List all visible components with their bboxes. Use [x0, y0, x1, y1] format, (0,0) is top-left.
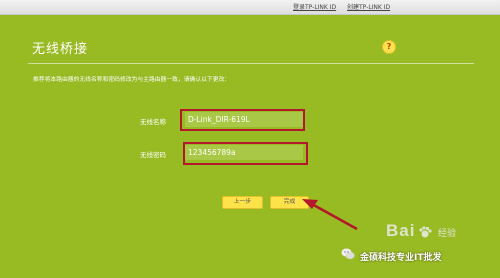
- wechat-account-name: 金硕科技专业IT批发: [360, 253, 442, 263]
- baidu-watermark: Bai: [386, 221, 416, 240]
- paw-icon: [419, 226, 432, 238]
- jingyan-watermark: 经验: [438, 229, 457, 239]
- wechat-icon: [341, 248, 355, 260]
